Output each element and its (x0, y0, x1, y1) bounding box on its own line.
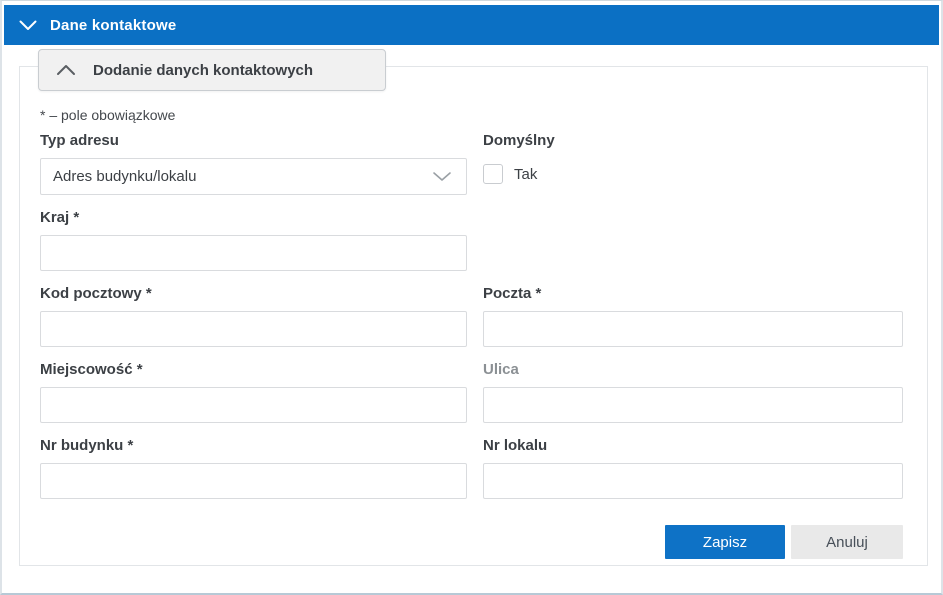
form-panel: * – pole obowiązkowe Typ adresu Adres bu… (19, 66, 928, 566)
field-typ-adresu: Typ adresu Adres budynku/lokalu (40, 132, 467, 195)
field-kraj: Kraj * (40, 209, 467, 271)
field-nr-lokalu: Nr lokalu (483, 437, 903, 499)
tab-dodanie-danych-kontaktowych[interactable]: Dodanie danych kontaktowych (38, 49, 386, 91)
nr-lokalu-label: Nr lokalu (483, 437, 903, 455)
ulica-label: Ulica (483, 361, 903, 379)
chevron-up-icon (56, 64, 76, 76)
accordion-title: Dane kontaktowe (50, 17, 176, 34)
domyslny-checkbox-row: Tak (483, 162, 903, 186)
domyslny-label: Domyślny (483, 132, 903, 150)
kraj-label: Kraj * (40, 209, 467, 227)
nr-budynku-label: Nr budynku * (40, 437, 467, 455)
field-kod-pocztowy: Kod pocztowy * (40, 285, 467, 347)
nr-budynku-input[interactable] (40, 463, 467, 499)
accordion-header-dane-kontaktowe[interactable]: Dane kontaktowe (4, 5, 939, 45)
poczta-label: Poczta * (483, 285, 903, 303)
tab-title: Dodanie danych kontaktowych (93, 62, 313, 79)
miejscowosc-input[interactable] (40, 387, 467, 423)
save-button[interactable]: Zapisz (665, 525, 785, 559)
ulica-input[interactable] (483, 387, 903, 423)
miejscowosc-label: Miejscowość * (40, 361, 467, 379)
nr-lokalu-input[interactable] (483, 463, 903, 499)
form-grid: Typ adresu Adres budynku/lokalu Domyślny… (40, 132, 903, 559)
cancel-button[interactable]: Anuluj (791, 525, 903, 559)
field-ulica: Ulica (483, 361, 903, 423)
typ-adresu-selected-value: Adres budynku/lokalu (53, 168, 196, 185)
chevron-down-icon (19, 20, 37, 31)
form-buttons: Zapisz Anuluj (483, 525, 903, 559)
required-field-note: * – pole obowiązkowe (40, 107, 903, 123)
field-nr-budynku: Nr budynku * (40, 437, 467, 499)
field-domyslny: Domyślny Tak (483, 132, 903, 195)
kraj-input[interactable] (40, 235, 467, 271)
kod-pocztowy-label: Kod pocztowy * (40, 285, 467, 303)
kod-pocztowy-input[interactable] (40, 311, 467, 347)
chevron-down-icon (432, 171, 452, 182)
domyslny-checkbox[interactable] (483, 164, 503, 184)
typ-adresu-label: Typ adresu (40, 132, 467, 150)
poczta-input[interactable] (483, 311, 903, 347)
contact-data-card: Dane kontaktowe Dodanie danych kontaktow… (0, 0, 943, 595)
field-poczta: Poczta * (483, 285, 903, 347)
typ-adresu-select[interactable]: Adres budynku/lokalu (40, 158, 467, 195)
field-miejscowosc: Miejscowość * (40, 361, 467, 423)
domyslny-checkbox-label: Tak (514, 166, 537, 183)
